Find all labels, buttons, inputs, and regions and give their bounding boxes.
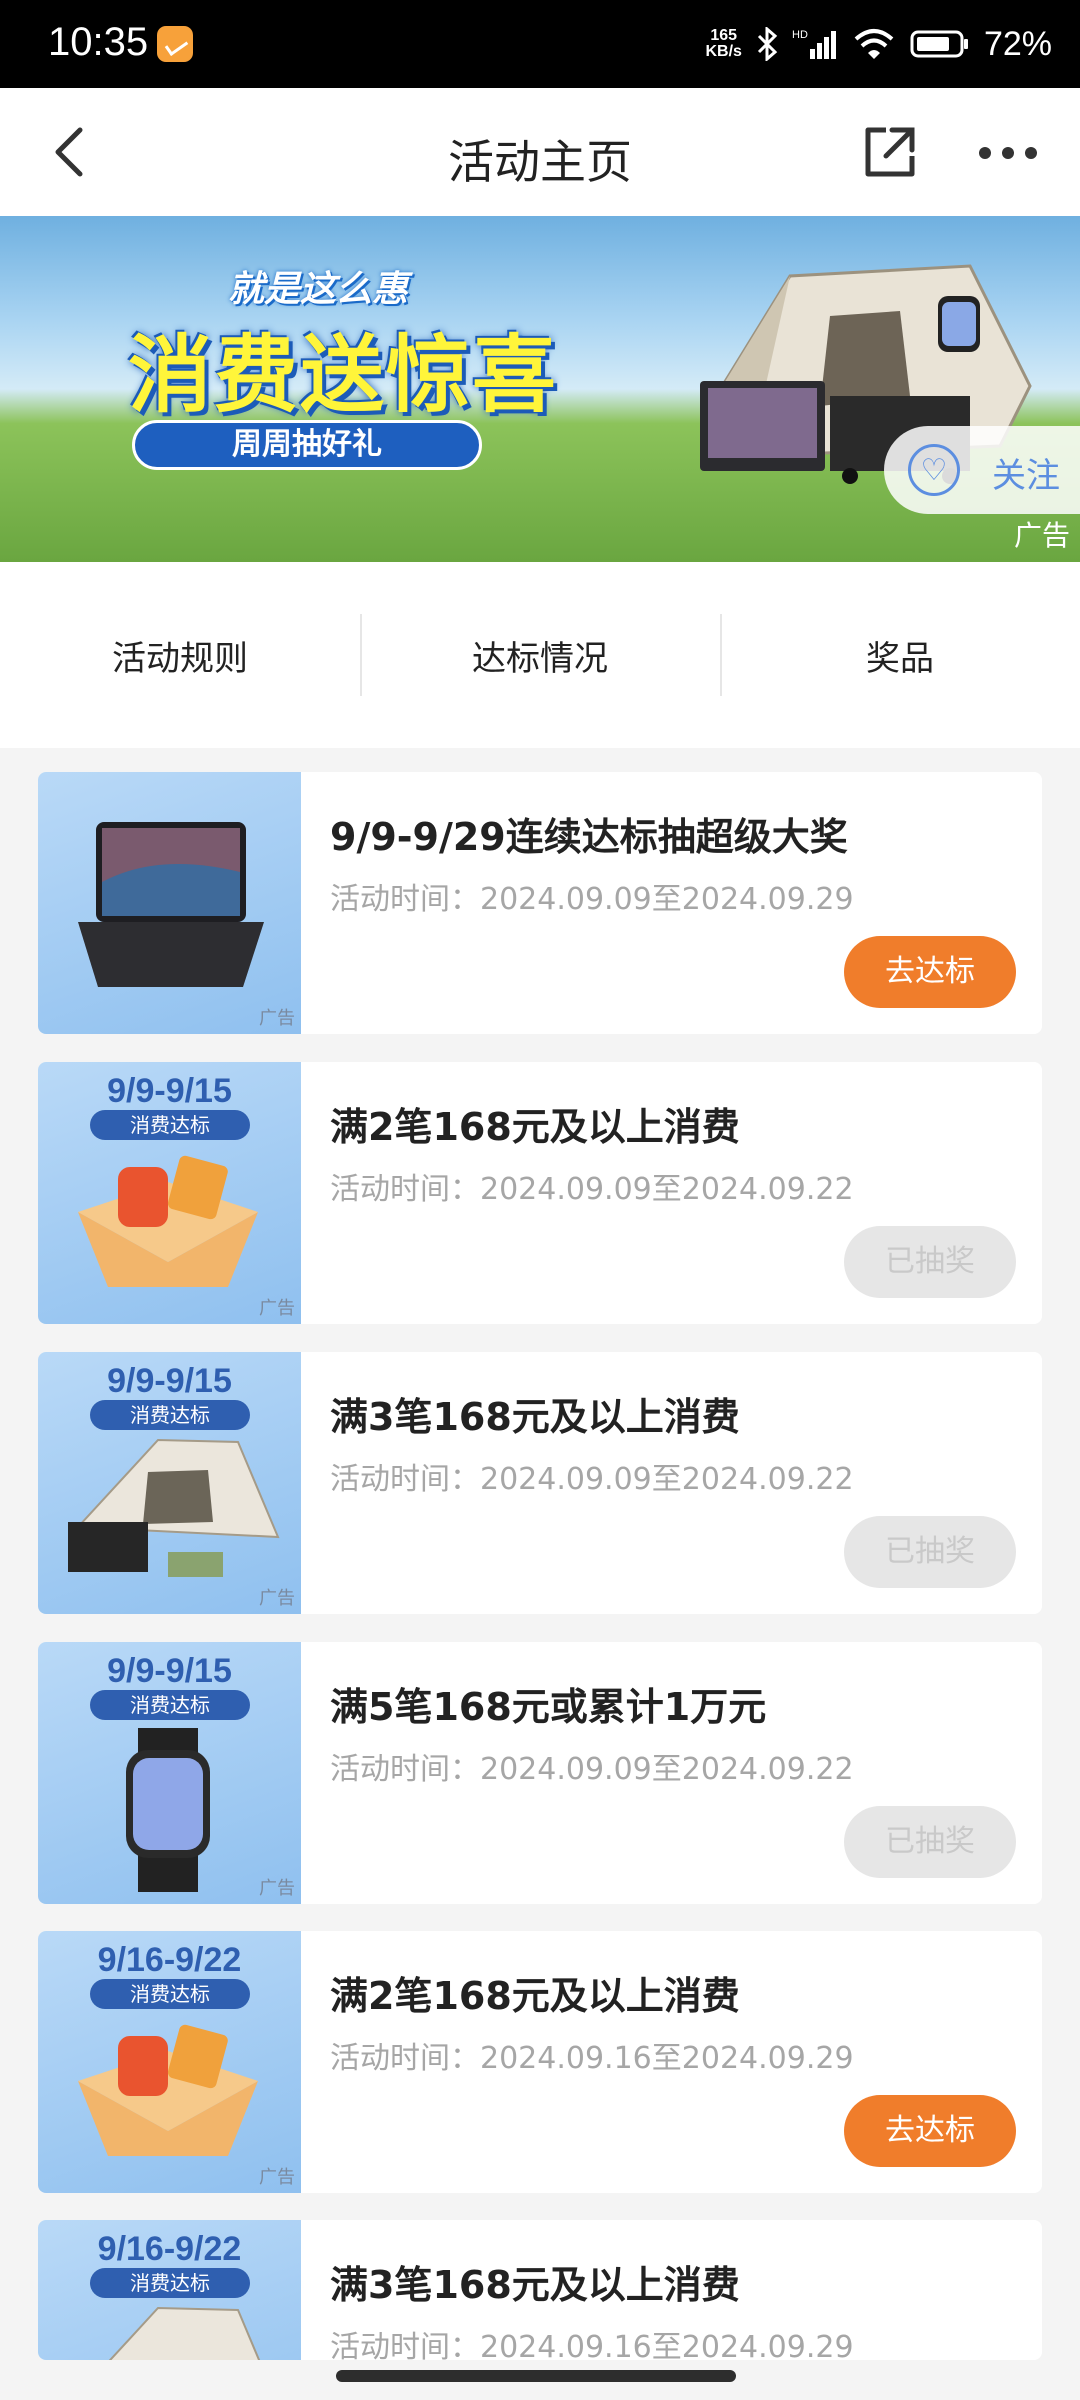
heart-icon: ♡ [908, 444, 960, 496]
banner-brand: 就是这么惠 [228, 269, 409, 310]
activity-time: 活动时间：2024.09.09至2024.09.22 [330, 1752, 854, 1787]
thumb-date: 9/16-9/22 [97, 2230, 242, 2268]
top-nav-bar: 活动主页 [0, 88, 1080, 216]
activity-title: 满2笔168元及以上消费 [330, 1105, 740, 1149]
activity-card[interactable]: 9/9-9/15 消费达标 广告 满2笔168元及以上消费 活动时间：2024.… [38, 1062, 1042, 1324]
page-title: 活动主页 [448, 135, 632, 189]
app-notification-icon [157, 26, 193, 62]
thumb-tag: 消费达标 [90, 1110, 250, 1140]
wifi-icon [854, 29, 894, 59]
thumb-date: 9/9-9/15 [107, 1362, 232, 1400]
battery-icon [910, 30, 968, 58]
follow-label: 关注 [992, 456, 1060, 496]
activity-card[interactable]: 9/16-9/22 消费达标 满3笔168元及以上消费 活动时间：2024.09… [38, 2220, 1042, 2360]
status-indicators: 165 KB/s HD 72% [705, 22, 1052, 66]
activity-card[interactable]: 9/9-9/15 消费达标 广告 满3笔168元及以上消费 活动时间：2024.… [38, 1352, 1042, 1614]
banner-ad-tag: 广告 [1013, 519, 1070, 552]
network-speed-unit: KB/s [705, 43, 742, 60]
activity-card[interactable]: 9/16-9/22 消费达标 广告 满2笔168元及以上消费 活动时间：2024… [38, 1931, 1042, 2193]
status-bar: 10:35 165 KB/s HD 72% [0, 0, 1080, 88]
activity-time: 活动时间：2024.09.09至2024.09.22 [330, 1172, 854, 1207]
go-qualify-button[interactable]: 去达标 [844, 936, 1016, 1008]
thumb-ad-tag: 广告 [259, 2167, 295, 2188]
activity-title: 满5笔168元或累计1万元 [330, 1685, 767, 1729]
go-qualify-button[interactable]: 去达标 [844, 2095, 1016, 2167]
activity-title: 满3笔168元及以上消费 [330, 1395, 740, 1439]
home-indicator[interactable] [336, 2370, 736, 2382]
activity-thumbnail: 9/16-9/22 消费达标 [38, 2220, 301, 2360]
activity-thumbnail: 9/9-9/15 消费达标 广告 [38, 1062, 301, 1324]
thumb-date: 9/16-9/22 [97, 1941, 242, 1979]
thumb-ad-tag: 广告 [259, 1298, 295, 1319]
bluetooth-icon [757, 27, 778, 61]
thumb-date: 9/9-9/15 [107, 1072, 232, 1110]
more-options-icon[interactable] [978, 146, 1038, 160]
tab-rules[interactable]: 活动规则 [0, 562, 360, 748]
activity-thumbnail: 9/9-9/15 消费达标 广告 [38, 1352, 301, 1614]
tab-progress[interactable]: 达标情况 [360, 562, 720, 748]
activity-time: 活动时间：2024.09.09至2024.09.22 [330, 1462, 854, 1497]
activity-thumbnail: 9/16-9/22 消费达标 广告 [38, 1931, 301, 2193]
drawn-button[interactable]: 已抽奖 [844, 1226, 1016, 1298]
activity-card[interactable]: 9/9-9/15 消费达标 广告 满5笔168元或累计1万元 活动时间：2024… [38, 1642, 1042, 1904]
activity-time: 活动时间：2024.09.16至2024.09.29 [330, 2330, 854, 2360]
share-icon[interactable] [862, 124, 918, 180]
thumb-ad-tag: 广告 [259, 1588, 295, 1609]
banner-headline: 消费送惊喜 [128, 326, 559, 424]
thumb-tag: 消费达标 [90, 1400, 250, 1430]
activity-time: 活动时间：2024.09.09至2024.09.29 [330, 882, 854, 917]
network-speed: 165 KB/s [705, 28, 741, 60]
network-speed-value: 165 [710, 27, 738, 44]
activity-thumbnail: 9/9-9/15 消费达标 广告 [38, 1642, 301, 1904]
drawn-button[interactable]: 已抽奖 [844, 1516, 1016, 1588]
hd-label: HD [792, 29, 808, 41]
activity-time: 活动时间：2024.09.16至2024.09.29 [330, 2041, 854, 2076]
thumb-ad-tag: 广告 [259, 1008, 295, 1029]
activity-title: 满2笔168元及以上消费 [330, 1974, 740, 2018]
thumb-tag: 消费达标 [90, 2268, 250, 2298]
activity-title: 满3笔168元及以上消费 [330, 2263, 740, 2307]
tab-prizes[interactable]: 奖品 [720, 562, 1080, 748]
activity-card[interactable]: 广告 9/9-9/29连续达标抽超级大奖 活动时间：2024.09.09至202… [38, 772, 1042, 1034]
activity-thumbnail: 广告 [38, 772, 301, 1034]
banner-subline: 周周抽好礼 [132, 420, 482, 470]
thumb-tag: 消费达标 [90, 1979, 250, 2009]
battery-percent: 72% [983, 24, 1052, 63]
laptop-image [78, 822, 264, 987]
drawn-button[interactable]: 已抽奖 [844, 1806, 1016, 1878]
status-time: 10:35 [48, 20, 149, 64]
activity-title: 9/9-9/29连续达标抽超级大奖 [330, 815, 848, 859]
thumb-date: 9/9-9/15 [107, 1652, 232, 1690]
section-tabs: 活动规则 达标情况 奖品 [0, 562, 1080, 748]
thumb-tag: 消费达标 [90, 1690, 250, 1720]
follow-button[interactable]: ♡ 关注 [884, 426, 1080, 514]
signal-icon: HD [792, 29, 836, 59]
thumb-ad-tag: 广告 [259, 1878, 295, 1899]
